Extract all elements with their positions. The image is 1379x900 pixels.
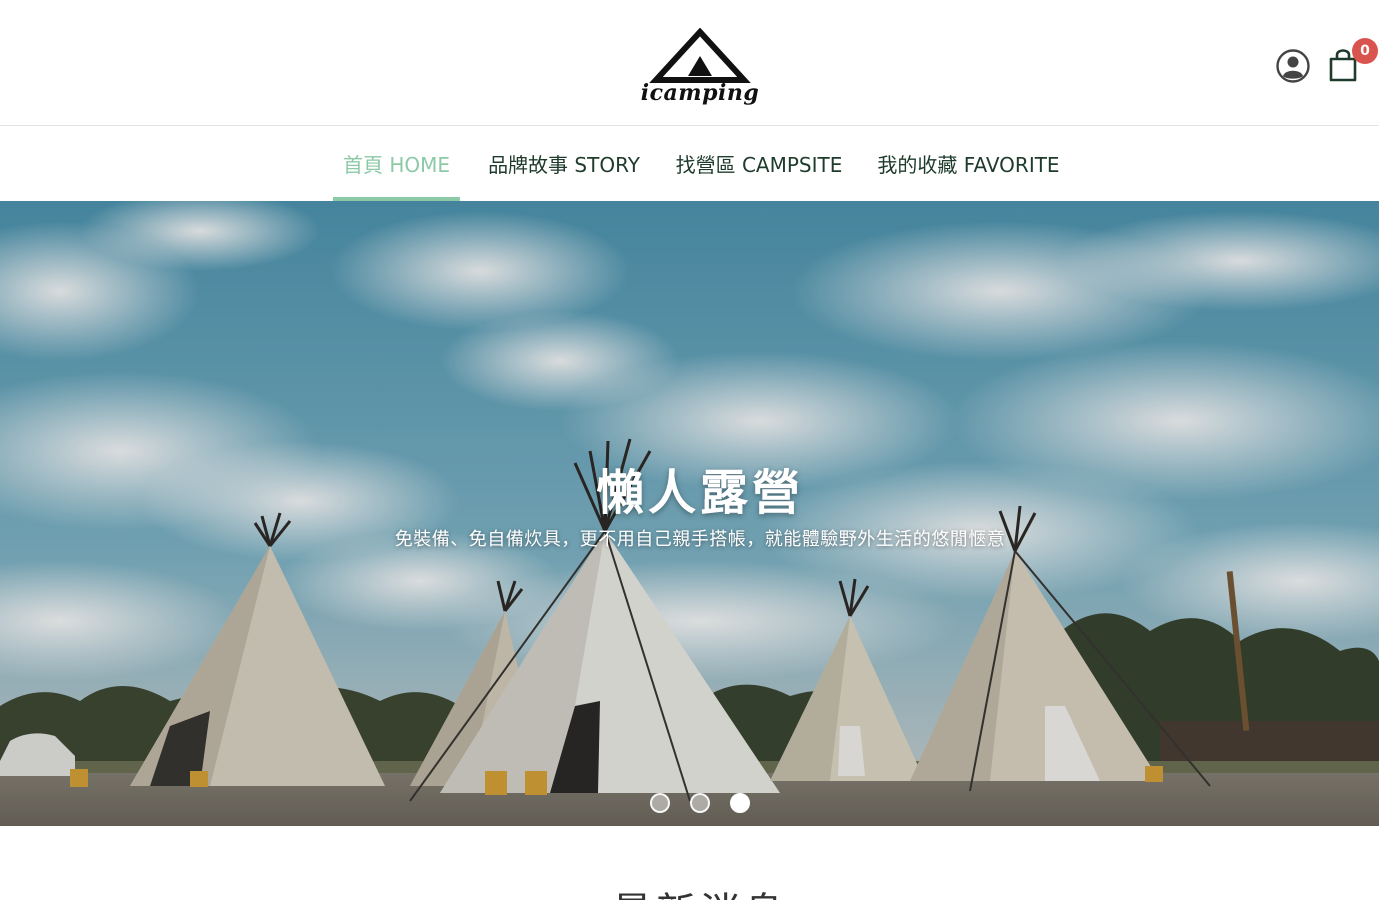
site-logo[interactable]: icamping — [638, 28, 762, 112]
nav-item-favorite[interactable]: 我的收藏 FAVORITE — [870, 126, 1067, 201]
carousel-dot-2[interactable] — [690, 793, 710, 813]
logo-text: icamping — [640, 80, 760, 106]
user-icon — [1276, 49, 1310, 83]
cart-count-badge: 0 — [1352, 38, 1378, 64]
site-header: icamping 0 — [0, 0, 1379, 126]
hero-subtitle: 免裝備、免自備炊具，更不用自己親手搭帳，就能體驗野外生活的悠閒愜意 — [394, 529, 1006, 550]
main-nav: 首頁 HOME 品牌故事 STORY 找營區 CAMPSITE 我的收藏 FAV… — [0, 126, 1379, 201]
hero-carousel: 懶人露營 免裝備、免自備炊具，更不用自己親手搭帳，就能體驗野外生活的悠閒愜意 — [0, 201, 1379, 826]
user-account-button[interactable] — [1275, 48, 1311, 84]
nav-item-story[interactable]: 品牌故事 STORY — [480, 126, 648, 201]
hero-title: 懶人露營 — [595, 465, 804, 521]
nav-item-label: 品牌故事 STORY — [488, 153, 640, 177]
nav-item-campsite[interactable]: 找營區 CAMPSITE — [668, 126, 850, 201]
tent-logo-icon — [649, 28, 751, 83]
carousel-dot-1[interactable] — [650, 793, 670, 813]
section-title: 最新消息 — [0, 880, 1379, 900]
nav-item-home[interactable]: 首頁 HOME — [333, 126, 460, 201]
nav-item-label: 我的收藏 FAVORITE — [877, 153, 1060, 177]
carousel-dot-3[interactable] — [730, 793, 750, 813]
nav-item-label: 首頁 HOME — [342, 153, 451, 177]
nav-item-label: 找營區 CAMPSITE — [675, 153, 843, 177]
